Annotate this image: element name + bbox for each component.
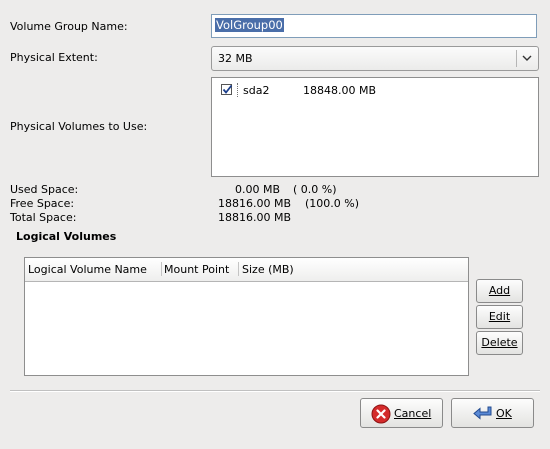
pv-list[interactable]: sda2 18848.00 MB <box>211 77 539 177</box>
pe-combo-value: 32 MB <box>218 52 253 65</box>
free-space-value: 18816.00 MB <box>218 197 292 210</box>
free-space-label: Free Space: <box>10 197 75 210</box>
vg-name-field[interactable]: VolGroup00 <box>211 14 537 38</box>
add-button-label: Add <box>488 284 511 297</box>
blue-enter-arrow-icon <box>472 404 494 427</box>
lv-col-size[interactable]: Size (MB) <box>242 263 294 276</box>
delete-button-label: Delete <box>481 336 518 349</box>
lv-table[interactable]: Logical Volume Name Mount Point Size (MB… <box>24 257 469 376</box>
used-space-value: 0.00 MB <box>235 183 281 196</box>
vg-name-label: Volume Group Name: <box>10 20 128 33</box>
delete-button[interactable]: Delete <box>476 331 523 355</box>
dialog-divider <box>10 390 540 392</box>
add-button[interactable]: Add <box>476 279 523 303</box>
total-space-label: Total Space: <box>10 211 77 224</box>
pv-list-row[interactable]: sda2 18848.00 MB <box>217 82 517 98</box>
used-space-label: Used Space: <box>10 183 79 196</box>
lv-section-title: Logical Volumes <box>16 230 117 243</box>
red-x-circle-icon <box>371 404 391 427</box>
cancel-button[interactable]: Cancel <box>360 398 443 428</box>
pv-device: sda2 <box>243 84 270 97</box>
cancel-button-label: Cancel <box>394 407 432 420</box>
lv-col-divider <box>161 262 162 276</box>
ok-button-label: OK <box>496 407 512 420</box>
ok-button[interactable]: OK <box>451 398 534 428</box>
lv-col-name[interactable]: Logical Volume Name <box>28 263 147 276</box>
lv-col-mount[interactable]: Mount Point <box>164 263 229 276</box>
total-space-value: 18816.00 MB <box>218 211 292 224</box>
pv-size: 18848.00 MB <box>303 84 377 97</box>
edit-button-label: Edit <box>488 310 511 323</box>
pe-label: Physical Extent: <box>10 51 98 64</box>
lv-col-divider <box>238 262 239 276</box>
used-space-percent: ( 0.0 %) <box>293 183 337 196</box>
pv-label: Physical Volumes to Use: <box>10 120 148 133</box>
free-space-percent: (100.0 %) <box>305 197 360 210</box>
vg-name-value: VolGroup00 <box>215 18 284 32</box>
pe-combo-separator <box>516 50 517 67</box>
pv-row-divider <box>237 83 238 97</box>
checkmark-icon <box>222 84 233 94</box>
chevron-down-icon[interactable] <box>520 50 534 66</box>
pv-checkbox[interactable] <box>221 84 233 95</box>
pe-combo[interactable]: 32 MB <box>211 46 539 71</box>
edit-button[interactable]: Edit <box>476 305 523 329</box>
lv-table-header: Logical Volume Name Mount Point Size (MB… <box>25 258 468 282</box>
